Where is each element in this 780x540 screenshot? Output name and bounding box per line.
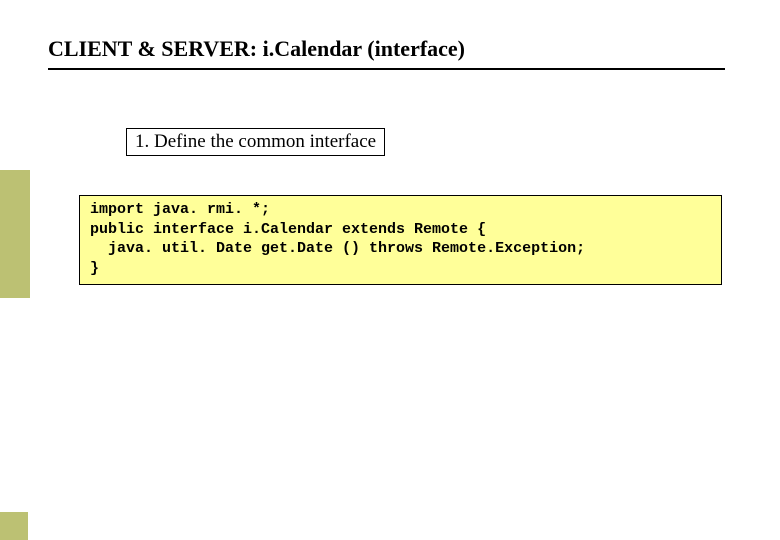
decorative-sidebar [0, 170, 30, 298]
title-container: CLIENT & SERVER: i.Calendar (interface) [48, 36, 725, 70]
decorative-corner [0, 512, 28, 540]
step-label: 1. Define the common interface [135, 131, 376, 152]
step-box: 1. Define the common interface [126, 128, 385, 156]
code-box: import java. rmi. *; public interface i.… [79, 195, 722, 285]
title-underline [48, 68, 725, 70]
code-line-1: import java. rmi. *; [90, 200, 711, 220]
page-title: CLIENT & SERVER: i.Calendar (interface) [48, 36, 725, 62]
code-line-2: public interface i.Calendar extends Remo… [90, 220, 711, 240]
code-line-3: java. util. Date get.Date () throws Remo… [90, 239, 711, 259]
code-line-4: } [90, 259, 711, 279]
